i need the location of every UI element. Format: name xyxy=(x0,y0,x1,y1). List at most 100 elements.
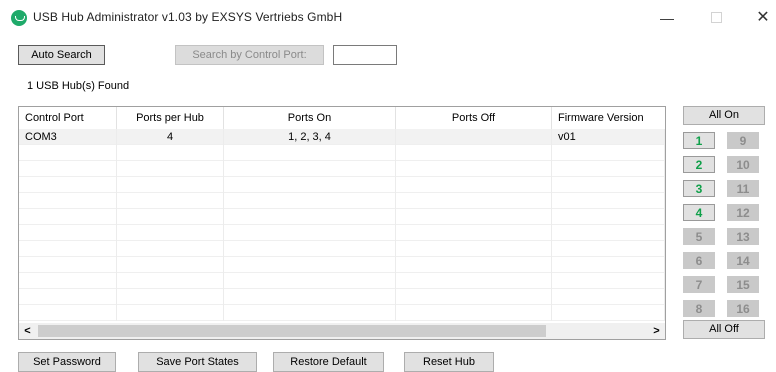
port-10-button[interactable]: 10 xyxy=(727,156,759,173)
port-1-button[interactable]: 1 xyxy=(683,132,715,149)
set-password-button[interactable]: Set Password xyxy=(18,352,116,372)
table-cell-empty xyxy=(19,193,117,209)
table-cell-empty xyxy=(117,305,224,321)
table-row-empty[interactable] xyxy=(19,257,665,273)
table-cell-empty xyxy=(552,273,665,289)
port-13-button[interactable]: 13 xyxy=(727,228,759,245)
table-cell-empty xyxy=(117,289,224,305)
port-5-button[interactable]: 5 xyxy=(683,228,715,245)
table-cell-empty xyxy=(224,257,396,273)
table-cell-empty xyxy=(552,289,665,305)
table-cell-empty xyxy=(396,225,552,241)
table-row-empty[interactable] xyxy=(19,161,665,177)
table-cell-empty xyxy=(224,241,396,257)
table-cell-empty xyxy=(19,289,117,305)
maximize-button[interactable] xyxy=(701,8,731,28)
table-cell-empty xyxy=(396,289,552,305)
header-control-port[interactable]: Control Port xyxy=(19,107,117,129)
table-cell-empty xyxy=(19,177,117,193)
window-title: USB Hub Administrator v1.03 by EXSYS Ver… xyxy=(33,10,343,24)
usb-hub-app-icon xyxy=(11,10,27,26)
header-firmware-version[interactable]: Firmware Version xyxy=(552,107,665,129)
table-cell-empty xyxy=(224,145,396,161)
minimize-button[interactable]: — xyxy=(652,8,682,28)
reset-hub-button[interactable]: Reset Hub xyxy=(404,352,494,372)
table-cell-empty xyxy=(396,177,552,193)
table-cell-empty xyxy=(224,209,396,225)
table-cell-empty xyxy=(396,273,552,289)
cell-ports-on: 1, 2, 3, 4 xyxy=(224,129,396,145)
table-cell-empty xyxy=(552,305,665,321)
table-cell-empty xyxy=(117,209,224,225)
table-row-empty[interactable] xyxy=(19,193,665,209)
port-8-button[interactable]: 8 xyxy=(683,300,715,317)
header-ports-off[interactable]: Ports Off xyxy=(396,107,552,129)
table-cell-empty xyxy=(19,225,117,241)
port-2-button[interactable]: 2 xyxy=(683,156,715,173)
all-on-button[interactable]: All On xyxy=(683,106,765,125)
all-off-button[interactable]: All Off xyxy=(683,320,765,339)
table-cell-empty xyxy=(396,305,552,321)
horizontal-scrollbar[interactable]: < > xyxy=(19,323,665,339)
port-6-button[interactable]: 6 xyxy=(683,252,715,269)
scroll-right-arrow-icon[interactable]: > xyxy=(648,323,665,339)
maximize-icon xyxy=(710,12,722,23)
port-16-button[interactable]: 16 xyxy=(727,300,759,317)
table-row-empty[interactable] xyxy=(19,241,665,257)
table-cell-empty xyxy=(19,273,117,289)
table-cell-empty xyxy=(396,193,552,209)
port-3-button[interactable]: 3 xyxy=(683,180,715,197)
scroll-thumb[interactable] xyxy=(38,325,546,337)
table-cell-empty xyxy=(117,145,224,161)
control-port-input[interactable] xyxy=(333,45,397,65)
table-row-empty[interactable] xyxy=(19,289,665,305)
port-15-button[interactable]: 15 xyxy=(727,276,759,293)
table-cell-empty xyxy=(552,145,665,161)
port-12-button[interactable]: 12 xyxy=(727,204,759,221)
save-port-states-button[interactable]: Save Port States xyxy=(138,352,257,372)
auto-search-button[interactable]: Auto Search xyxy=(18,45,105,65)
table-cell-empty xyxy=(19,209,117,225)
table-cell-empty xyxy=(117,161,224,177)
table-cell-empty xyxy=(396,257,552,273)
table-cell-empty xyxy=(224,177,396,193)
table-cell-empty xyxy=(224,289,396,305)
header-ports-on[interactable]: Ports On xyxy=(224,107,396,129)
table-row-empty[interactable] xyxy=(19,305,665,321)
table-cell-empty xyxy=(224,225,396,241)
hub-table: Control Port Ports per Hub Ports On Port… xyxy=(18,106,666,340)
table-row-empty[interactable] xyxy=(19,209,665,225)
table-cell-empty xyxy=(117,257,224,273)
search-by-control-port-button[interactable]: Search by Control Port: xyxy=(175,45,324,65)
port-9-button[interactable]: 9 xyxy=(727,132,759,149)
table-cell-empty xyxy=(19,145,117,161)
table-cell-empty xyxy=(19,257,117,273)
table-cell-empty xyxy=(396,161,552,177)
table-row-empty[interactable] xyxy=(19,145,665,161)
header-ports-per-hub[interactable]: Ports per Hub xyxy=(117,107,224,129)
port-7-button[interactable]: 7 xyxy=(683,276,715,293)
table-cell-empty xyxy=(552,177,665,193)
hubs-found-label: 1 USB Hub(s) Found xyxy=(27,80,130,92)
table-cell-empty xyxy=(552,193,665,209)
table-cell-empty xyxy=(224,273,396,289)
table-cell-empty xyxy=(224,193,396,209)
table-row-empty[interactable] xyxy=(19,273,665,289)
port-4-button[interactable]: 4 xyxy=(683,204,715,221)
port-11-button[interactable]: 11 xyxy=(727,180,759,197)
table-cell-empty xyxy=(396,241,552,257)
cell-firmware-version: v01 xyxy=(552,129,665,145)
table-row-empty[interactable] xyxy=(19,177,665,193)
table-cell-empty xyxy=(396,145,552,161)
cell-ports-off xyxy=(396,129,552,145)
cell-control-port: COM3 xyxy=(19,129,117,145)
table-cell-empty xyxy=(552,241,665,257)
close-button[interactable]: ✕ xyxy=(748,8,776,28)
table-row-empty[interactable] xyxy=(19,225,665,241)
port-14-button[interactable]: 14 xyxy=(727,252,759,269)
table-cell-empty xyxy=(224,305,396,321)
table-cell-empty xyxy=(117,225,224,241)
scroll-left-arrow-icon[interactable]: < xyxy=(19,323,36,339)
table-row[interactable]: COM3 4 1, 2, 3, 4 v01 xyxy=(19,129,665,145)
restore-default-button[interactable]: Restore Default xyxy=(273,352,384,372)
